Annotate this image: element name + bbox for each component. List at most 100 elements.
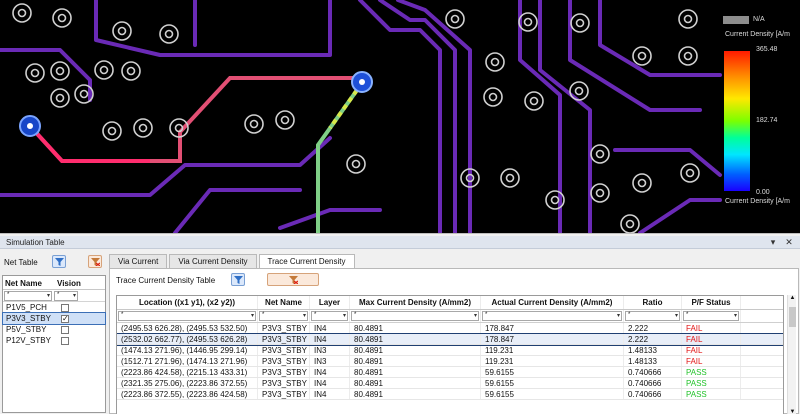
- net-name-header[interactable]: Net Name: [3, 276, 55, 289]
- vision-checkbox[interactable]: ✓: [61, 314, 69, 323]
- status-cell: FAIL: [682, 334, 741, 344]
- via-drill: [505, 173, 515, 183]
- legend-mid-value: 182.74: [756, 117, 778, 124]
- max-density-cell: 80.4891: [350, 367, 481, 377]
- vision-checkbox[interactable]: [61, 325, 69, 334]
- table-row[interactable]: (2223.86 424.58), (2215.13 433.31) P3V3_S…: [117, 367, 783, 378]
- net-name-filter[interactable]: * ▾: [259, 311, 308, 321]
- net-table-grid: Net Name Vision * ▾ * ▾ P1V5_PCH P3V3_STBY…: [2, 275, 106, 413]
- filter-button[interactable]: [231, 273, 245, 286]
- actual-density-filter[interactable]: * ▾: [482, 311, 622, 321]
- via-ring: [25, 63, 45, 83]
- net-name-cell: P3V3_STBY: [258, 334, 310, 344]
- pcb-board-canvas[interactable]: [0, 0, 800, 233]
- table-body: (2495.53 626.28), (2495.53 532.50) P3V3_S…: [117, 323, 783, 400]
- net-name: P5V_STBY: [6, 325, 47, 334]
- table-row[interactable]: (1474.13 271.96), (1446.95 299.14) P3V3_S…: [117, 345, 783, 356]
- tab-via-current[interactable]: Via Current: [109, 254, 168, 268]
- actual-density-cell: 178.847: [481, 323, 624, 333]
- via-group: [12, 3, 700, 233]
- status-header[interactable]: P/F Status: [682, 296, 741, 309]
- via-drill: [488, 92, 498, 102]
- max-density-cell: 80.4891: [350, 378, 481, 388]
- table-row[interactable]: (1512.71 271.96), (1474.13 271.96) P3V3_S…: [117, 356, 783, 367]
- trace-purple: [378, 0, 457, 233]
- table-row-selected[interactable]: (2532.02 662.77), (2495.53 626.28) P3V3_S…: [117, 333, 783, 346]
- layer-header[interactable]: Layer: [310, 296, 350, 309]
- layer-cell: IN3: [310, 356, 350, 366]
- pcb-viewport[interactable]: N/A Current Density [A/m 365.48 182.74 0…: [0, 0, 800, 233]
- tab-via-current-density[interactable]: Via Current Density: [169, 254, 257, 268]
- via-drill: [249, 119, 259, 129]
- row-spacer: [741, 323, 783, 333]
- location-cell: (1474.13 271.96), (1446.95 299.14): [117, 345, 258, 355]
- layer-cell: IN4: [310, 367, 350, 377]
- max-density-filter[interactable]: * ▾: [351, 311, 479, 321]
- close-icon[interactable]: ✕: [784, 237, 794, 248]
- ratio-cell: 2.222: [624, 323, 682, 333]
- vertical-scrollbar[interactable]: ▲ ▼: [787, 295, 796, 414]
- via-drill: [637, 178, 647, 188]
- status-cell: PASS: [682, 367, 741, 377]
- via-drill: [164, 29, 174, 39]
- via-drill: [17, 8, 27, 18]
- location-cell: (2495.53 626.28), (2495.53 532.50): [117, 323, 258, 333]
- via-drill: [575, 18, 585, 28]
- tab-trace-current-density[interactable]: Trace Current Density: [258, 254, 355, 269]
- location-filter[interactable]: * ▾: [118, 311, 256, 321]
- via-ring: [500, 168, 520, 188]
- layer-cell: IN4: [310, 334, 350, 344]
- row-spacer: [741, 345, 783, 355]
- via-ring: [678, 9, 698, 29]
- ratio-header[interactable]: Ratio: [624, 296, 682, 309]
- ratio-filter[interactable]: * ▾: [625, 311, 680, 321]
- row-spacer: [741, 334, 783, 344]
- via-drill: [57, 13, 67, 23]
- legend-max-value: 365.48: [756, 46, 778, 53]
- trace-purple: [358, 0, 442, 233]
- net-table-section: Net Table Net Name Vision * ▾ * ▾ P1V5_PCH: [2, 253, 106, 413]
- vision-filter[interactable]: * ▾: [54, 291, 78, 301]
- scroll-down-icon[interactable]: ▼: [788, 409, 797, 414]
- via-drill: [280, 115, 290, 125]
- table-row[interactable]: (2223.86 372.55), (2223.86 424.58) P3V3_S…: [117, 389, 783, 400]
- filter-button[interactable]: [52, 255, 66, 268]
- clear-filter-button[interactable]: [267, 273, 319, 286]
- layer-filter[interactable]: * ▾: [311, 311, 348, 321]
- na-swatch: [723, 16, 749, 24]
- dropdown-icon[interactable]: ▾: [768, 237, 778, 248]
- max-density-cell: 80.4891: [350, 345, 481, 355]
- scroll-thumb[interactable]: [789, 307, 796, 327]
- vision-header[interactable]: Vision: [55, 276, 105, 289]
- via-drill: [126, 66, 136, 76]
- trace-purple: [598, 0, 722, 77]
- trace-purple: [638, 198, 722, 233]
- actual-density-cell: 119.231: [481, 345, 624, 355]
- net-name-filter[interactable]: * ▾: [4, 291, 52, 301]
- net-row-selected[interactable]: P3V3_STBY ✓: [2, 312, 106, 325]
- table-row[interactable]: (2321.35 275.06), (2223.86 372.55) P3V3_S…: [117, 378, 783, 389]
- clear-filter-button[interactable]: [88, 255, 102, 268]
- location-header[interactable]: Location ((x1 y1), (x2 y2)): [117, 296, 258, 309]
- net-row[interactable]: P5V_STBY: [3, 324, 105, 335]
- net-name: P3V3_STBY: [6, 314, 51, 323]
- via-hot-center: [27, 123, 33, 129]
- via-drill: [117, 26, 127, 36]
- scroll-up-icon[interactable]: ▲: [788, 295, 797, 301]
- net-name-header[interactable]: Net Name: [258, 296, 310, 309]
- table-row[interactable]: (2495.53 626.28), (2495.53 532.50) P3V3_S…: [117, 323, 783, 334]
- net-row[interactable]: P12V_STBY: [3, 335, 105, 346]
- vision-checkbox[interactable]: [61, 303, 69, 312]
- ratio-cell: 2.222: [624, 334, 682, 344]
- status-filter[interactable]: * ▾: [683, 311, 739, 321]
- actual-density-cell: 59.6155: [481, 378, 624, 388]
- vision-checkbox[interactable]: [61, 336, 69, 345]
- via-drill: [490, 57, 500, 67]
- actual-density-header[interactable]: Actual Current Density (A/mm2): [481, 296, 624, 309]
- row-spacer: [741, 356, 783, 366]
- net-row[interactable]: P1V5_PCH: [3, 302, 105, 313]
- location-cell: (2223.86 424.58), (2215.13 433.31): [117, 367, 258, 377]
- via-drill: [574, 86, 584, 96]
- max-density-header[interactable]: Max Current Density (A/mm2): [350, 296, 481, 309]
- actual-density-cell: 178.847: [481, 334, 624, 344]
